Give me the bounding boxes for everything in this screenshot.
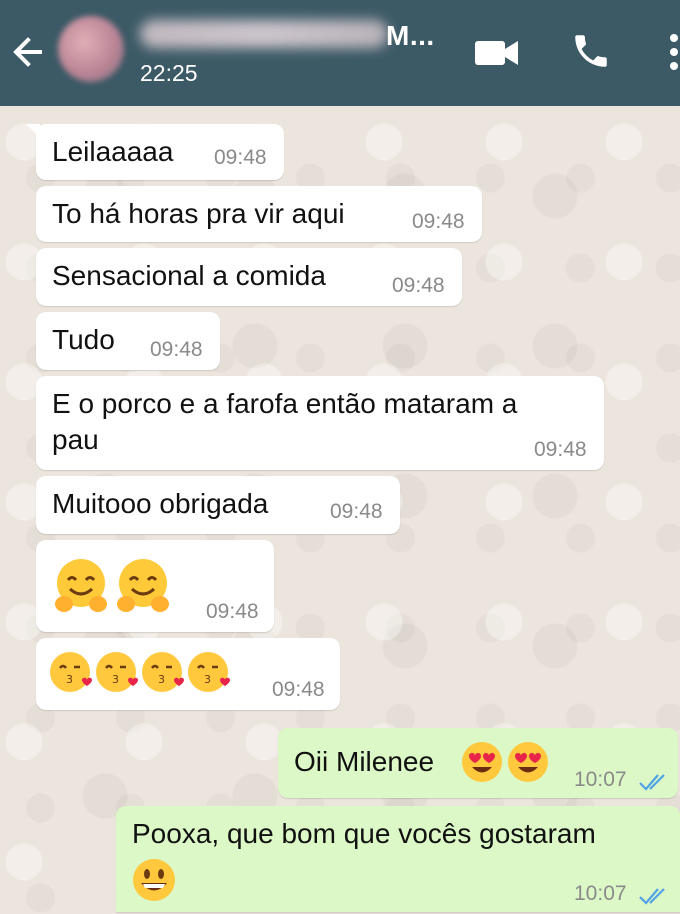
message-bubble-incoming[interactable]: E o porco e a farofa então mataram a pau… (36, 376, 604, 470)
kissing-heart-emoji: 3 (94, 650, 140, 703)
last-seen-time: 22:25 (140, 60, 198, 86)
back-arrow-icon (13, 37, 42, 67)
message-bubble-outgoing[interactable]: Pooxa, que bom que vocês gostaram 10:07 (116, 806, 680, 912)
message-bubble-incoming[interactable]: Muitooo obrigada 09:48 (36, 476, 400, 534)
message-time: 09:48 (412, 210, 465, 233)
grinning-face-icon (133, 859, 175, 901)
contact-name-blurred (140, 20, 388, 48)
contact-name-suffix: M... (386, 20, 435, 51)
hugging-face-icon (55, 559, 107, 612)
message-bubble-incoming[interactable]: To há horas pra vir aqui 09:48 (36, 186, 482, 242)
kissing-heart-emoji: 3 (140, 650, 186, 703)
kissing-heart-icon: 3 (188, 652, 230, 692)
message-bubble-incoming[interactable]: Leilaaaaa 09:48 (26, 124, 284, 180)
message-time: 10:07 (574, 768, 627, 791)
message-time: 09:48 (150, 338, 203, 361)
chat-header: M... 22:25 (0, 0, 680, 106)
message-text-line: pau (52, 424, 99, 455)
message-time: 09:48 (330, 500, 383, 523)
message-time: 09:48 (392, 274, 445, 297)
more-options-button[interactable] (668, 32, 680, 72)
message-text: Sensacional a comida (52, 260, 326, 291)
heart-eyes-icon (462, 742, 502, 782)
read-receipt-ticks (638, 768, 672, 800)
double-check-icon (639, 888, 665, 905)
double-check-icon (639, 774, 665, 791)
message-text: Oii Milenee (294, 746, 435, 777)
heart-eyes-icon (508, 742, 548, 782)
message-bubble-incoming[interactable]: 3 3 3 3 09:48 (36, 638, 340, 710)
kissing-heart-icon: 3 (50, 652, 92, 692)
phone-icon (575, 35, 607, 67)
message-text: Muitooo obrigada (52, 488, 269, 519)
kissing-heart-icon: 3 (96, 652, 138, 692)
message-bubble-incoming[interactable]: Tudo 09:48 (36, 312, 220, 370)
more-vertical-icon (670, 34, 678, 70)
message-text: Tudo (52, 324, 115, 355)
message-bubble-incoming[interactable]: 09:48 (36, 540, 274, 632)
message-bubble-incoming[interactable]: Sensacional a comida 09:48 (36, 248, 462, 306)
hugging-face-emoji (112, 556, 174, 625)
svg-text:3: 3 (204, 673, 211, 686)
kissing-heart-emoji: 3 (186, 650, 232, 703)
heart-eyes-emoji (460, 740, 504, 791)
kissing-heart-icon: 3 (142, 652, 184, 692)
bubble-tail (26, 124, 40, 138)
message-time: 10:07 (574, 882, 627, 905)
svg-text:3: 3 (66, 673, 73, 686)
svg-text:3: 3 (158, 673, 165, 686)
back-button[interactable] (10, 30, 50, 74)
read-receipt-ticks (638, 882, 672, 914)
message-text: Leilaaaaa (52, 136, 174, 167)
message-bubble-outgoing[interactable]: Oii Milenee 10:07 (278, 728, 678, 798)
message-text-line: E o porco e a farofa então mataram a (52, 388, 518, 419)
contact-name[interactable]: M... (140, 14, 440, 54)
hugging-face-icon (117, 559, 169, 612)
message-text: Pooxa, que bom que vocês gostaram (132, 818, 596, 849)
svg-text:3: 3 (112, 673, 119, 686)
message-time: 09:48 (206, 600, 259, 623)
grinning-face-emoji (130, 856, 178, 911)
kissing-heart-emoji: 3 (48, 650, 94, 703)
heart-eyes-emoji (506, 740, 550, 791)
message-time: 09:48 (214, 146, 267, 169)
message-time: 09:48 (534, 438, 587, 461)
message-time: 09:48 (272, 678, 325, 701)
hugging-face-emoji (50, 556, 112, 625)
message-text: To há horas pra vir aqui (52, 198, 345, 229)
avatar[interactable] (58, 16, 124, 82)
video-call-icon (475, 41, 518, 65)
voice-call-button[interactable] (570, 30, 612, 72)
video-call-button[interactable] (474, 36, 520, 70)
